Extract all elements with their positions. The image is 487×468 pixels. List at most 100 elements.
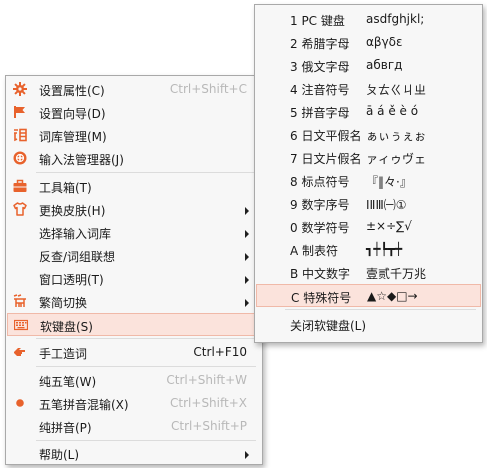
menu-item-shortcut: Ctrl+Shift+W — [166, 373, 247, 387]
submenu-item-sample: ā á ě è ó — [366, 104, 419, 118]
submenu-arrow-icon — [245, 451, 249, 459]
menu-item-label: 工具箱(T) — [39, 181, 92, 195]
menu-item-label: 设置向导(D) — [39, 107, 106, 121]
submenu-item-sample: ⅠⅡⅢ㈠① — [366, 198, 407, 212]
submenu-arrow-icon — [245, 230, 249, 238]
menu-item-select-dictionary[interactable]: 选择输入词库 — [7, 221, 261, 244]
submenu-item-sample: ぁぃぅぇぉ — [366, 129, 427, 143]
submenu-item-sample: абвгд — [366, 58, 403, 72]
menu-item-reverse-lookup[interactable]: 反查/词组联想 — [7, 244, 261, 267]
menu-item-help[interactable]: 帮助(L) — [7, 442, 261, 465]
menu-item-shortcut: Ctrl+F10 — [193, 345, 247, 359]
shirt-icon — [13, 202, 27, 216]
submenu-item-chinese-numerals[interactable]: B 中文数字 壹贰千万兆 — [256, 261, 481, 284]
submenu-arrow-icon — [245, 207, 249, 215]
menu-item-dictionary-manager[interactable]: 词库管理(M) — [7, 124, 261, 147]
menu-item-shortcut: Ctrl+Shift+C — [169, 82, 247, 96]
menu-item-label: 软键盘(S) — [40, 320, 93, 334]
submenu-arrow-icon — [245, 253, 249, 261]
submenu-item-sample: ┓┿┡┳┿ — [366, 242, 403, 256]
gear-icon — [13, 82, 27, 96]
keyboard-icon — [14, 318, 28, 332]
menu-item-change-skin[interactable]: 更换皮肤(H) — [7, 198, 261, 221]
radio-dot-icon — [13, 396, 27, 410]
manager-icon — [13, 151, 27, 165]
menu-item-pure-pinyin[interactable]: 纯拼音(P) Ctrl+Shift+P — [7, 415, 261, 438]
submenu-item-label: C 特殊符号 — [291, 291, 352, 305]
submenu-item-russian[interactable]: 3 俄文字母 абвгд — [256, 54, 481, 77]
menu-item-ime-manager[interactable]: 输入法管理器(J) — [7, 147, 261, 170]
menu-item-label: 反查/词组联想 — [39, 250, 116, 264]
submenu-item-punctuation[interactable]: 8 标点符号 『‖々·』 — [256, 169, 481, 192]
menu-item-label: 五笔拼音混输(X) — [39, 398, 129, 412]
menu-item-label: 更换皮肤(H) — [39, 204, 106, 218]
submenu-item-label: 关闭软键盘(L) — [290, 319, 367, 333]
menu-item-label: 纯拼音(P) — [39, 421, 92, 435]
menu-item-label: 纯五笔(W) — [39, 375, 97, 389]
menu-separator — [36, 172, 256, 173]
flag-icon — [13, 105, 27, 119]
submenu-item-pc-keyboard[interactable]: 1 PC 键盘 asdfghjkl; — [256, 8, 481, 31]
submenu-item-sample: 『‖々·』 — [366, 175, 412, 189]
submenu-item-label: 6 日文平假名 — [290, 129, 362, 143]
submenu-item-label: 3 俄文字母 — [290, 60, 350, 74]
menu-item-setup-wizard[interactable]: 设置向导(D) — [7, 101, 261, 124]
menu-item-pure-wubi[interactable]: 纯五笔(W) Ctrl+Shift+W — [7, 369, 261, 392]
menu-item-label: 繁简切换 — [39, 296, 88, 310]
menu-item-settings[interactable]: 设置属性(C) Ctrl+Shift+C — [7, 78, 261, 101]
submenu-item-sample: ァィゥヴェ — [366, 152, 427, 166]
input-method-context-menu: 设置属性(C) Ctrl+Shift+C 设置向导(D) 词库管理(M) 输入法… — [5, 75, 263, 465]
menu-item-shortcut: Ctrl+Shift+P — [171, 419, 247, 433]
soft-keyboard-submenu: 1 PC 键盘 asdfghjkl; 2 希腊字母 αβγδε 3 俄文字母 а… — [254, 4, 483, 343]
submenu-item-label: 5 拼音字母 — [290, 106, 350, 120]
submenu-item-sample: asdfghjkl; — [366, 12, 425, 26]
menu-item-label: 窗口透明(T) — [39, 273, 104, 287]
submenu-item-special-symbols[interactable]: C 特殊符号 ▲☆◆□→ — [256, 284, 481, 307]
submenu-item-zhuyin[interactable]: 4 注音符号 ㄆㄊㄍㄐㄓ — [256, 77, 481, 100]
menu-item-label: 输入法管理器(J) — [39, 153, 124, 167]
menu-item-window-transparency[interactable]: 窗口透明(T) — [7, 267, 261, 290]
submenu-item-sample: αβγδε — [366, 35, 403, 49]
menu-item-label: 帮助(L) — [39, 448, 80, 462]
submenu-item-label: 1 PC 键盘 — [290, 14, 345, 28]
submenu-item-number-ordinals[interactable]: 9 数字序号 ⅠⅡⅢ㈠① — [256, 192, 481, 215]
menu-item-soft-keyboard[interactable]: 软键盘(S) — [7, 313, 261, 336]
menu-item-wubi-pinyin-mixed[interactable]: 五笔拼音混输(X) Ctrl+Shift+X — [7, 392, 261, 415]
toolbox-icon — [13, 179, 27, 193]
submenu-item-box-drawing[interactable]: A 制表符 ┓┿┡┳┿ — [256, 238, 481, 261]
submenu-item-sample: ㄆㄊㄍㄐㄓ — [366, 83, 427, 97]
menu-item-label: 设置属性(C) — [39, 84, 105, 98]
menu-item-shortcut: Ctrl+Shift+X — [170, 396, 247, 410]
hand-icon — [13, 345, 27, 359]
menu-item-traditional-simplified[interactable]: 繁简切换 — [7, 290, 261, 313]
submenu-item-label: A 制表符 — [290, 244, 339, 258]
submenu-item-pinyin-letters[interactable]: 5 拼音字母 ā á ě è ó — [256, 100, 481, 123]
submenu-item-hiragana[interactable]: 6 日文平假名 ぁぃぅぇぉ — [256, 123, 481, 146]
submenu-item-greek[interactable]: 2 希腊字母 αβγδε — [256, 31, 481, 54]
menu-item-label: 词库管理(M) — [39, 130, 107, 144]
submenu-item-close-soft-keyboard[interactable]: 关闭软键盘(L) — [256, 313, 481, 336]
submenu-item-sample: ▲☆◆□→ — [367, 289, 418, 303]
menu-item-toolbox[interactable]: 工具箱(T) — [7, 175, 261, 198]
menu-item-manual-word[interactable]: 手工造词 Ctrl+F10 — [7, 341, 261, 364]
submenu-item-label: 4 注音符号 — [290, 83, 350, 97]
submenu-item-label: B 中文数字 — [290, 267, 351, 281]
menu-item-label: 选择输入词库 — [39, 227, 112, 241]
submenu-item-katakana[interactable]: 7 日文片假名 ァィゥヴェ — [256, 146, 481, 169]
menu-separator — [36, 366, 256, 367]
submenu-item-label: 9 数字序号 — [290, 198, 350, 212]
menu-separator — [36, 338, 256, 339]
submenu-item-sample: 壹贰千万兆 — [366, 267, 427, 281]
traditional-simplified-icon — [13, 294, 27, 308]
submenu-item-label: 7 日文片假名 — [290, 152, 362, 166]
submenu-item-label: 2 希腊字母 — [290, 37, 350, 51]
submenu-item-sample: ±×÷∑√ — [366, 219, 412, 233]
menu-separator — [36, 440, 256, 441]
submenu-arrow-icon — [245, 299, 249, 307]
submenu-item-math-symbols[interactable]: 0 数学符号 ±×÷∑√ — [256, 215, 481, 238]
submenu-item-label: 8 标点符号 — [290, 175, 350, 189]
menu-item-label: 手工造词 — [39, 347, 88, 361]
menu-separator — [285, 309, 476, 310]
submenu-item-label: 0 数学符号 — [290, 221, 350, 235]
submenu-arrow-icon — [245, 276, 249, 284]
